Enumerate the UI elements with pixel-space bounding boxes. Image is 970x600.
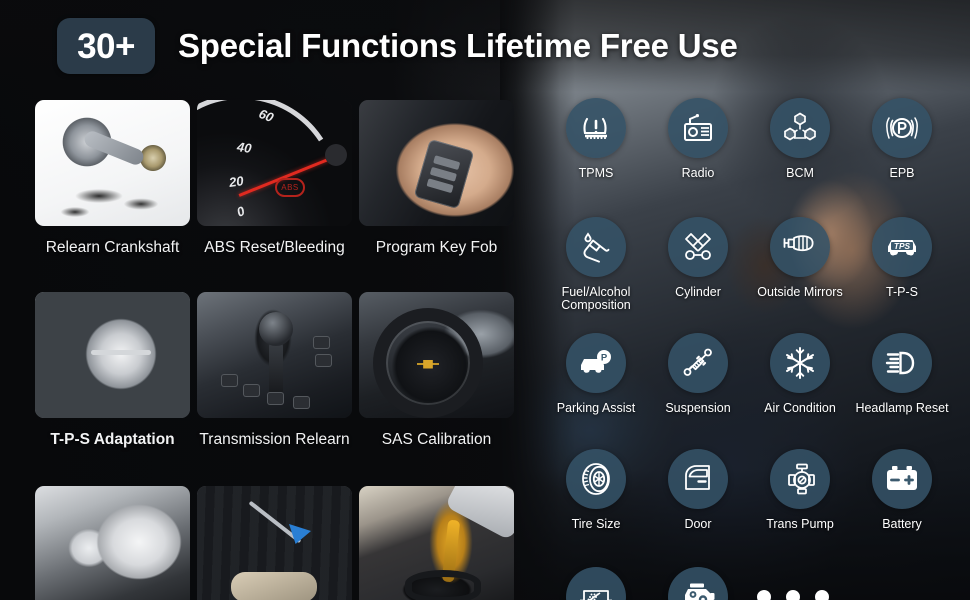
icon-item-epb[interactable]: EPB [851,98,953,180]
icon-item-outside-mirrors[interactable]: Outside Mirrors [749,217,851,312]
parking-assist-icon: P [566,333,626,393]
icon-label: BCM [786,166,814,180]
speedometer-abs-photo: 60 40 20 0 ABS [197,100,352,226]
tpms-icon [566,98,626,158]
photo-cell-injectors[interactable]: Injectors [197,486,352,600]
icon-row: TPMS Radio BCM EPB [545,98,970,180]
icon-item-tpms[interactable]: TPMS [545,98,647,180]
icon-item-suspension[interactable]: Suspension [647,333,749,415]
icon-label: Cylinder [675,285,721,299]
photo-cell-relearn-crankshaft[interactable]: Relearn Crankshaft [35,100,190,256]
icon-label: EPB [889,166,915,180]
icon-label: TPMS [578,166,614,180]
transmission-pump-icon [770,449,830,509]
icon-item-dpf-regeneration[interactable]: D-P-F Regeneration [545,567,647,600]
icon-item-cylinder[interactable]: Cylinder [647,217,749,312]
icon-label: Headlamp Reset [855,401,949,415]
icon-label: Outside Mirrors [757,285,843,299]
side-mirror-icon [770,217,830,277]
pistons-icon [668,217,728,277]
icon-item-more[interactable] [749,567,851,600]
headlamp-icon [872,333,932,393]
deployed-airbag-photo [35,486,190,600]
electronic-parking-brake-icon [872,98,932,158]
count-badge: 30+ [57,18,155,74]
icon-item-headlamp-reset[interactable]: Headlamp Reset [851,333,953,415]
icon-item-t-p-s[interactable]: TPS T-P-S [851,217,953,312]
svg-text:TPS: TPS [894,241,911,251]
throttle-body-photo [35,291,190,418]
count-badge-label: 30+ [77,26,135,66]
engine-bay-injector-photo [197,486,352,600]
photo-cell-tps-adaptation[interactable]: T-P-S Adaptation [35,291,190,448]
icon-label: Tire Size [571,517,621,531]
icon-label: Air Condition [764,401,836,415]
photo-cell-sas-calibration[interactable]: SAS Calibration [359,291,514,448]
photo-row: T-P-S Adaptation Transmission Relearn SA… [35,291,514,448]
icon-row: Tire Size Door Trans Pump Battery [545,449,970,531]
icon-item-battery[interactable]: Battery [851,449,953,531]
photo-caption: T-P-S Adaptation [50,430,175,448]
icon-label: Parking Assist [556,401,636,415]
photo-caption: Program Key Fob [375,239,498,256]
photo-caption: ABS Reset/Bleeding [204,239,345,256]
oil-pouring-photo [359,486,514,600]
icon-label: T-P-S [886,285,918,299]
icon-label: Door [684,517,712,531]
special-functions-icon-grid: TPMS Radio BCM EPB Fuel/Alcohol Composit… [545,98,970,600]
icon-item-tire-size[interactable]: Tire Size [545,449,647,531]
promo-banner: 30+ Special Functions Lifetime Free Use … [0,0,970,600]
page-title: Special Functions Lifetime Free Use [178,27,738,64]
feature-photo-grid: Relearn Crankshaft 60 40 20 0 ABS ABS Re… [35,100,514,600]
photo-cell-program-key-fob[interactable]: Program Key Fob [359,100,514,256]
icon-item-radio[interactable]: Radio [647,98,749,180]
photo-cell-airbag-srs[interactable]: Airbag (SRS) [35,486,190,600]
banner-header: 30+ Special Functions Lifetime Free Use [0,0,970,92]
transfer-case-icon [668,567,728,600]
photo-cell-oil-reset[interactable]: Oil Reset [359,486,514,600]
icon-item-transfer-case[interactable]: Transfer Case [647,567,749,600]
dpf-filter-icon [566,567,626,600]
icon-item-fuel-alcohol-composition[interactable]: Fuel/Alcohol Composition [545,217,647,312]
icon-item-trans-pump[interactable]: Trans Pump [749,449,851,531]
icon-row: P Parking Assist Suspension Air Conditio… [545,333,970,415]
more-dots-icon [749,567,851,600]
photo-caption: Relearn Crankshaft [45,239,180,256]
icon-row: D-P-F Regeneration Transfer Case [545,567,970,600]
photo-cell-abs-reset-bleeding[interactable]: 60 40 20 0 ABS ABS Reset/Bleeding [197,100,352,256]
car-door-icon [668,449,728,509]
gear-shifter-photo [197,291,352,418]
key-fob-in-hand-photo [359,100,514,226]
tps-car-icon: TPS [872,217,932,277]
icon-label: Fuel/Alcohol Composition [561,285,631,312]
photo-cell-transmission-relearn[interactable]: Transmission Relearn [197,291,352,448]
crankshaft-photo [35,100,190,226]
bcm-modules-icon [770,98,830,158]
tire-icon [566,449,626,509]
icon-label: Radio [681,166,715,180]
photo-row: Airbag (SRS) Injectors Oil Reset [35,486,514,600]
suspension-shock-icon [668,333,728,393]
battery-icon [872,449,932,509]
icon-item-door[interactable]: Door [647,449,749,531]
photo-row: Relearn Crankshaft 60 40 20 0 ABS ABS Re… [35,100,514,256]
icon-row: Fuel/Alcohol Composition Cylinder Outsid… [545,217,970,312]
photo-caption: Transmission Relearn [199,430,350,448]
icon-label: Trans Pump [766,517,834,531]
icon-item-air-condition[interactable]: Air Condition [749,333,851,415]
svg-text:P: P [601,353,608,364]
steering-wheel-photo [359,291,514,418]
icon-label: Battery [882,517,922,531]
fuel-nozzle-icon [566,217,626,277]
icon-item-bcm[interactable]: BCM [749,98,851,180]
icon-label: Suspension [665,401,731,415]
radio-icon [668,98,728,158]
photo-caption: SAS Calibration [381,430,492,448]
icon-item-parking-assist[interactable]: P Parking Assist [545,333,647,415]
snowflake-icon [770,333,830,393]
